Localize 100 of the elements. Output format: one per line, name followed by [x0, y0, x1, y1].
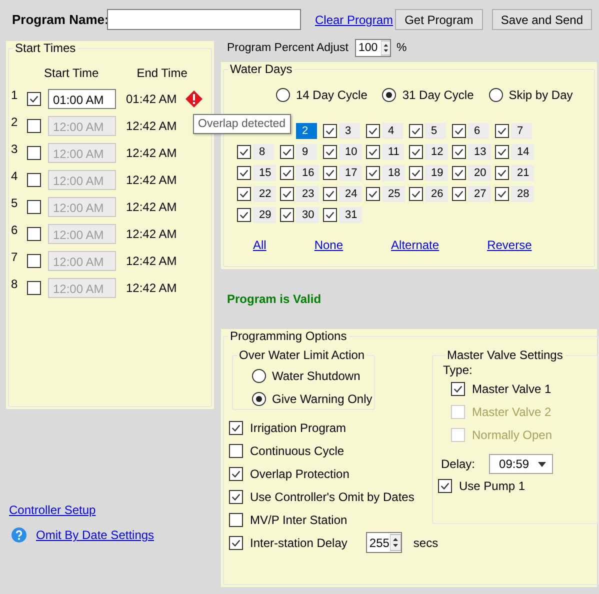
- toolbar-button[interactable]: Save and Send: [492, 9, 592, 30]
- checkbox[interactable]: [409, 186, 423, 200]
- delay-dropdown[interactable]: 09:59: [489, 454, 554, 474]
- checkbox[interactable]: [366, 166, 380, 180]
- day-label: 16: [296, 164, 320, 180]
- checkbox[interactable]: [280, 186, 294, 200]
- day-label: 26: [425, 186, 448, 202]
- checkbox[interactable]: [280, 166, 294, 180]
- checkbox[interactable]: [495, 124, 509, 138]
- checkbox[interactable]: [452, 144, 466, 158]
- percent-unit: %: [396, 42, 407, 54]
- radio-button[interactable]: [252, 368, 266, 382]
- delay-spinbox[interactable]: 255: [366, 532, 402, 553]
- radio-button[interactable]: [252, 392, 266, 406]
- day-label: 5: [425, 122, 446, 138]
- end-time: 12:42 AM: [126, 200, 177, 214]
- checkbox[interactable]: [27, 92, 41, 106]
- help-icon[interactable]: [11, 527, 27, 543]
- day-label: 2: [296, 122, 317, 138]
- checkbox[interactable]: [323, 166, 337, 180]
- group-title: Programming Options: [229, 329, 348, 343]
- checkbox[interactable]: [229, 512, 243, 526]
- checkbox[interactable]: [366, 144, 380, 158]
- day-label: 6: [468, 122, 489, 138]
- radio-button[interactable]: [382, 88, 396, 102]
- end-time: 12:42 AM: [126, 226, 177, 240]
- day-label: 14: [511, 144, 534, 160]
- selection-link[interactable]: None: [314, 238, 344, 252]
- checkbox[interactable]: [409, 144, 423, 158]
- checkbox[interactable]: [323, 208, 337, 222]
- radio-button[interactable]: [276, 88, 290, 102]
- spinner-arrows-icon[interactable]: [390, 533, 402, 552]
- checkbox-label: Master Valve 2: [472, 404, 552, 418]
- day-label: 22: [253, 186, 276, 202]
- group-title: Water Days: [229, 62, 294, 76]
- checkbox[interactable]: [495, 144, 509, 158]
- checkbox[interactable]: [229, 420, 243, 434]
- day-label: 24: [339, 186, 362, 202]
- caret-icon: [538, 462, 546, 466]
- checkbox[interactable]: [452, 166, 466, 180]
- toolbar-button[interactable]: Get Program: [394, 9, 483, 30]
- checkbox[interactable]: [409, 166, 423, 180]
- checkbox[interactable]: [323, 144, 337, 158]
- day-label: 31: [339, 206, 362, 222]
- checkbox[interactable]: [229, 466, 243, 480]
- checkbox-label: Irrigation Program: [250, 420, 346, 434]
- checkbox[interactable]: [237, 186, 251, 200]
- settings-link[interactable]: Controller Setup: [9, 503, 96, 517]
- checkbox[interactable]: [323, 186, 337, 200]
- checkbox-label: MV/P Inter Station: [250, 512, 348, 526]
- day-label: 9: [296, 144, 317, 160]
- day-label: 4: [382, 122, 403, 138]
- radio-button[interactable]: [488, 88, 503, 102]
- day-label: 8: [253, 144, 274, 160]
- clear-program-link[interactable]: Clear Program: [315, 12, 394, 26]
- checkbox[interactable]: [237, 208, 251, 222]
- checkbox[interactable]: [323, 124, 337, 138]
- checkbox[interactable]: [452, 124, 466, 138]
- checkbox[interactable]: [409, 124, 423, 138]
- checkbox[interactable]: [366, 186, 380, 200]
- day-label: 19: [425, 164, 448, 180]
- end-time: 01:42 AM: [126, 92, 177, 106]
- day-label: 10: [339, 144, 362, 160]
- day-label: 29: [253, 206, 276, 222]
- group-title: Master Valve Settings: [446, 348, 564, 362]
- checkbox[interactable]: [451, 382, 465, 396]
- spinner-arrows-icon[interactable]: [380, 40, 390, 56]
- selection-link[interactable]: Alternate: [391, 238, 440, 252]
- radio-label: 31 Day Cycle: [402, 88, 474, 102]
- column-header: End Time: [136, 66, 188, 80]
- row-number: 1: [10, 88, 19, 102]
- program-name-label: Program Name:: [12, 12, 107, 27]
- settings-link[interactable]: Omit By Date Settings: [36, 528, 154, 542]
- selection-link[interactable]: Reverse: [487, 238, 532, 252]
- checkbox[interactable]: [280, 144, 294, 158]
- checkbox[interactable]: [495, 166, 509, 180]
- checkbox[interactable]: [229, 536, 243, 550]
- checkbox[interactable]: [280, 208, 294, 222]
- checkbox[interactable]: [366, 124, 380, 138]
- program-name-field[interactable]: [107, 9, 301, 30]
- day-label: 28: [511, 186, 534, 202]
- row-number: 5: [10, 196, 19, 210]
- checkbox[interactable]: [452, 186, 466, 200]
- day-label: 12: [425, 144, 448, 160]
- type-label: Type:: [443, 363, 474, 377]
- percent-spinbox[interactable]: 100: [355, 39, 392, 57]
- checkbox[interactable]: [495, 186, 509, 200]
- checkbox-label: Inter-station Delay: [250, 536, 348, 550]
- start-time-field[interactable]: 01:00 AM: [48, 88, 116, 108]
- end-time: 12:42 AM: [126, 146, 177, 160]
- radio-label: 14 Day Cycle: [296, 88, 368, 102]
- checkbox[interactable]: [438, 479, 452, 493]
- row-number: 2: [10, 115, 19, 129]
- checkbox[interactable]: [229, 444, 243, 458]
- checkbox[interactable]: [237, 166, 251, 180]
- radio-label: Water Shutdown: [272, 368, 360, 382]
- selection-link[interactable]: All: [253, 238, 266, 252]
- checkbox[interactable]: [237, 144, 251, 158]
- checkbox[interactable]: [229, 490, 243, 504]
- checkbox-label: Use Controller's Omit by Dates: [250, 490, 414, 504]
